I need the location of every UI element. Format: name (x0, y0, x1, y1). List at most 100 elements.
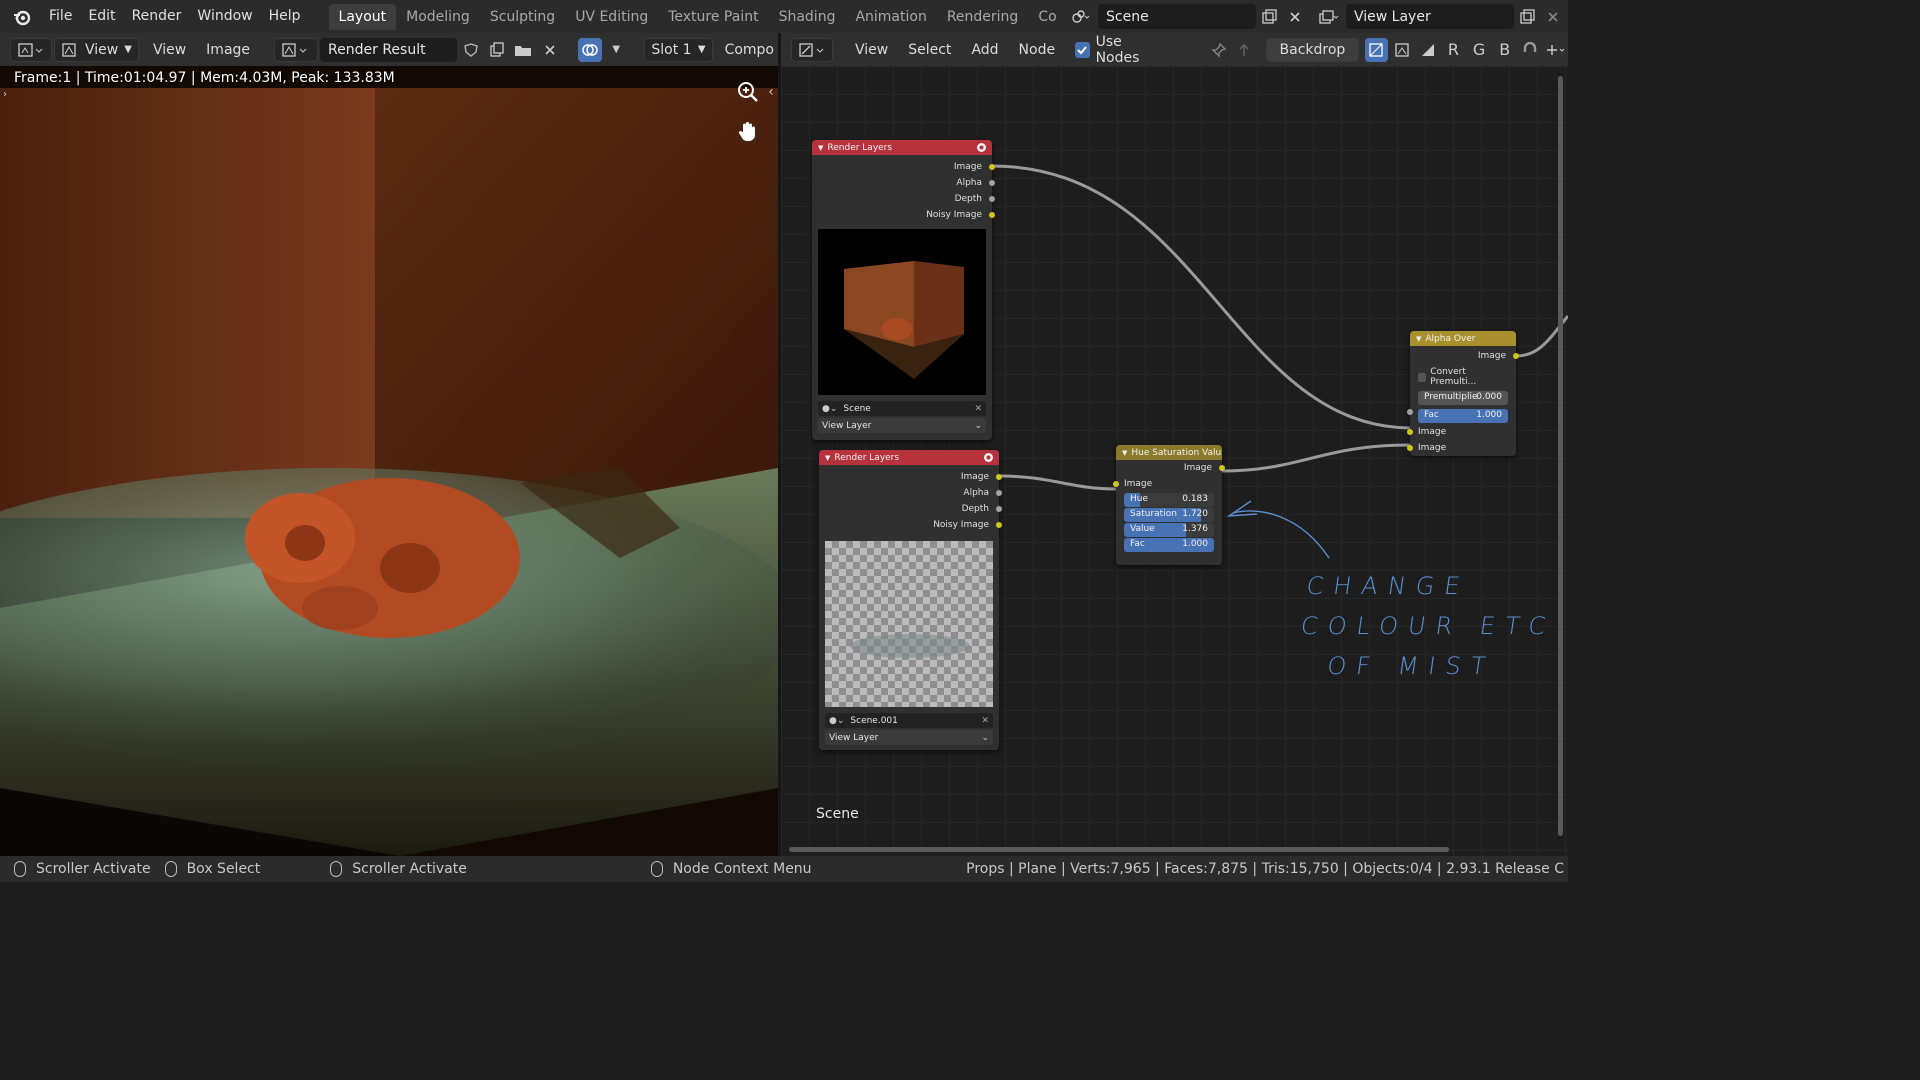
collapse-arrow-icon[interactable]: ▼ (825, 454, 830, 462)
menu-render[interactable]: Render (124, 0, 190, 33)
image-name-field[interactable]: Render Result (320, 37, 457, 62)
channel-r-button[interactable]: R (1442, 38, 1466, 62)
ne-menu-add[interactable]: Add (965, 38, 1004, 62)
render-layer-dropdown[interactable]: Compo (719, 38, 780, 62)
snap-magnet-icon[interactable] (1519, 38, 1543, 62)
output-socket-image[interactable] (1219, 465, 1225, 471)
scene-field[interactable]: ●⌄ Scene.001 ✕ (825, 713, 993, 728)
parent-node-tree-icon[interactable] (1233, 38, 1257, 62)
fac-slider[interactable]: Fac 1.000 (1418, 409, 1508, 423)
tab-animation[interactable]: Animation (845, 4, 936, 30)
node-header[interactable]: ▼ Render Layers (819, 450, 999, 465)
render-layers-node-2[interactable]: ▼ Render Layers Image Alpha Depth Noisy … (819, 450, 1002, 750)
view-layer-name-field[interactable]: View Layer (1346, 4, 1514, 29)
pin-icon[interactable] (1207, 38, 1231, 62)
scene-icon[interactable] (1068, 5, 1094, 29)
delete-scene-icon[interactable] (1282, 5, 1308, 29)
menu-help[interactable]: Help (261, 0, 309, 33)
use-nodes-toggle[interactable]: Use Nodes (1069, 34, 1169, 66)
view-mode-dropdown[interactable]: View ▼ (54, 37, 139, 62)
output-socket-image[interactable] (1513, 353, 1519, 359)
input-socket-image-1[interactable] (1407, 429, 1413, 435)
input-socket-fac[interactable] (1407, 409, 1413, 415)
tab-layout[interactable]: Layout (328, 3, 397, 30)
fac-slider[interactable]: Fac 1.000 (1124, 538, 1214, 552)
vertical-scrollbar[interactable] (1558, 76, 1563, 836)
duplicate-image-icon[interactable] (485, 38, 509, 62)
collapse-arrow-icon[interactable]: ▼ (818, 144, 823, 152)
horizontal-scrollbar[interactable] (789, 847, 1449, 852)
close-icon[interactable]: ✕ (981, 716, 989, 726)
backdrop-color-alpha-icon[interactable] (1364, 37, 1389, 62)
menu-view[interactable]: View (147, 38, 192, 62)
open-folder-icon[interactable] (511, 38, 535, 62)
fake-user-shield-icon[interactable] (459, 38, 483, 62)
node-header[interactable]: ▼ Alpha Over (1410, 331, 1516, 346)
collapse-arrow-icon[interactable]: ▼ (1122, 449, 1127, 457)
saturation-slider[interactable]: Saturation 1.720 (1124, 508, 1214, 522)
toolbar-expand-icon[interactable]: › (0, 80, 10, 108)
channel-g-button[interactable]: G (1467, 38, 1491, 62)
tab-shading[interactable]: Shading (769, 4, 846, 30)
snap-element-icon[interactable] (1544, 38, 1568, 62)
ne-menu-select[interactable]: Select (902, 38, 957, 62)
render-layers-node[interactable]: ▼ Render Layers Image Alpha Depth Noisy … (812, 140, 995, 440)
convert-premultiplied-checkbox[interactable]: Convert Premulti... (1410, 364, 1516, 390)
node-header[interactable]: ▼ Render Layers (812, 140, 992, 155)
view-layer-dropdown[interactable]: View Layer ⌄ (825, 730, 993, 745)
ne-menu-view[interactable]: View (849, 38, 894, 62)
render-icon[interactable] (976, 142, 987, 156)
menu-edit[interactable]: Edit (80, 0, 123, 33)
output-socket-image[interactable] (989, 164, 995, 170)
channel-b-button[interactable]: B (1493, 38, 1517, 62)
output-socket-noisy-image[interactable] (996, 522, 1002, 528)
slot-dropdown[interactable]: Slot 1 ▼ (644, 37, 713, 62)
output-socket-alpha[interactable] (989, 180, 995, 186)
ne-menu-node[interactable]: Node (1013, 38, 1062, 62)
scene-field[interactable]: ●⌄ Scene ✕ (818, 401, 986, 416)
zoom-icon[interactable] (734, 78, 762, 106)
backdrop-toggle[interactable]: Backdrop (1266, 37, 1359, 62)
menu-image[interactable]: Image (200, 38, 256, 62)
hue-saturation-value-node[interactable]: ▼ Hue Saturation Valu Image Image Hue 0.… (1113, 445, 1225, 565)
delete-view-layer-icon[interactable] (1540, 5, 1566, 29)
unlink-image-icon[interactable] (537, 38, 561, 62)
tab-compositing[interactable]: Co (1028, 4, 1066, 30)
view-layer-icon[interactable] (1316, 5, 1342, 29)
output-socket-depth[interactable] (989, 196, 995, 202)
value-slider[interactable]: Value 1.376 (1124, 523, 1214, 537)
hue-slider[interactable]: Hue 0.183 (1124, 493, 1214, 507)
new-view-layer-icon[interactable] (1514, 5, 1540, 29)
tab-uv-editing[interactable]: UV Editing (565, 4, 658, 30)
close-icon[interactable]: ✕ (974, 404, 982, 414)
alpha-over-node[interactable]: ▼ Alpha Over Image Convert Premulti... P… (1407, 331, 1519, 456)
sidebar-expand-icon[interactable]: ‹ (764, 78, 778, 106)
view-layer-dropdown[interactable]: View Layer ⌄ (818, 418, 986, 433)
output-socket-alpha[interactable] (996, 490, 1002, 496)
tab-rendering[interactable]: Rendering (937, 4, 1029, 30)
image-canvas[interactable]: Frame:1 | Time:01:04.97 | Mem:4.03M, Pea… (0, 66, 778, 856)
display-channels-icon[interactable] (577, 37, 603, 62)
display-channels-dropdown-icon[interactable]: ▼ (604, 38, 628, 62)
pan-hand-icon[interactable] (734, 118, 762, 146)
tab-modeling[interactable]: Modeling (396, 4, 480, 30)
node-header[interactable]: ▼ Hue Saturation Valu (1116, 445, 1222, 460)
menu-file[interactable]: File (41, 0, 80, 33)
output-socket-image[interactable] (996, 474, 1002, 480)
browse-image-button[interactable] (274, 37, 319, 62)
render-icon[interactable] (983, 452, 994, 466)
premultiplied-field[interactable]: Premultiplie 0.000 (1418, 391, 1508, 405)
menu-window[interactable]: Window (189, 0, 260, 33)
node-editor-type-button[interactable] (791, 37, 833, 62)
backdrop-alpha-icon[interactable] (1416, 38, 1440, 62)
input-socket-image[interactable] (1113, 481, 1119, 487)
output-socket-noisy-image[interactable] (989, 212, 995, 218)
collapse-arrow-icon[interactable]: ▼ (1416, 335, 1421, 343)
node-canvas[interactable]: ▼ Render Layers Image Alpha Depth Noisy … (781, 66, 1568, 856)
backdrop-color-icon[interactable] (1390, 38, 1414, 62)
input-socket-image-2[interactable] (1407, 445, 1413, 451)
tab-texture-paint[interactable]: Texture Paint (658, 4, 768, 30)
editor-type-button[interactable] (10, 37, 52, 62)
tab-sculpting[interactable]: Sculpting (480, 4, 565, 30)
scene-name-field[interactable]: Scene (1098, 4, 1256, 29)
